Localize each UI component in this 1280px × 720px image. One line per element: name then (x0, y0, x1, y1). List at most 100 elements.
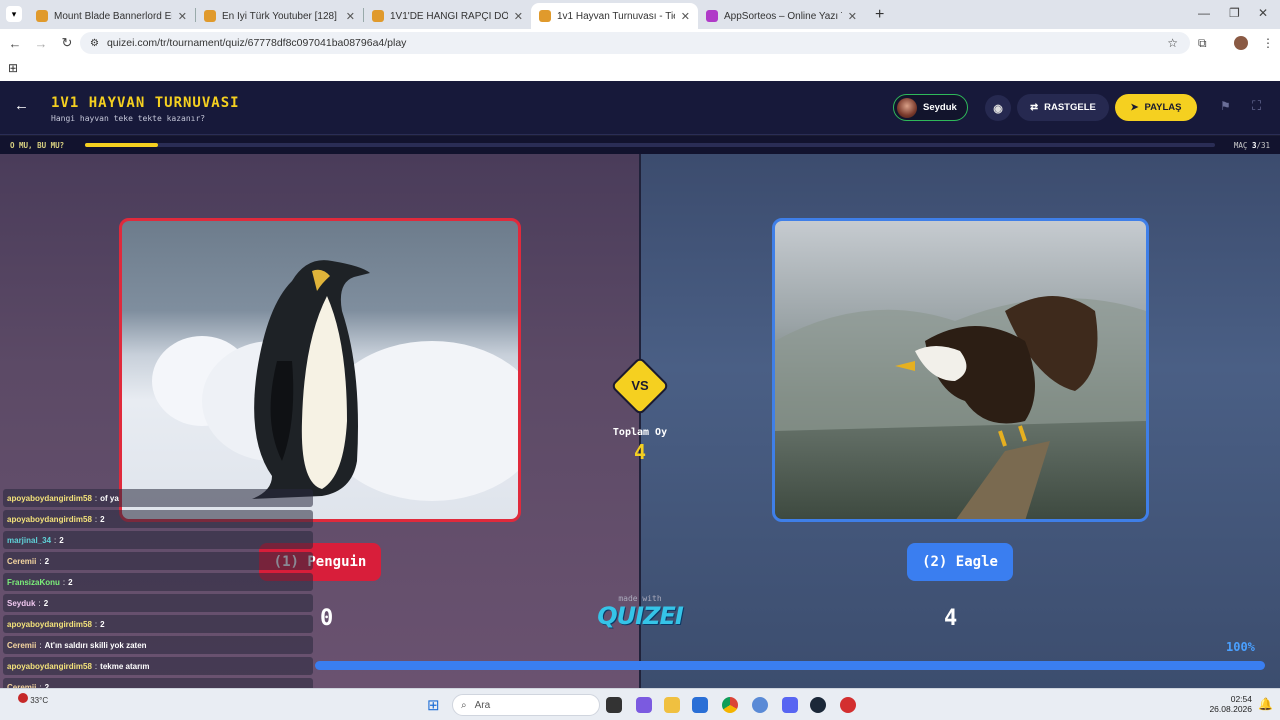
search-icon: ⌕ (461, 699, 467, 711)
quiz-header: ← 1V1 HAYVAN TURNUVASI Hangi hayvan teke… (0, 81, 1280, 135)
chat-username[interactable]: marjinal_34 (7, 536, 51, 545)
notifications-icon[interactable]: 🔔 (1258, 697, 1273, 711)
chat-username[interactable]: apoyaboydangirdim58 (7, 620, 92, 629)
quizei-logo[interactable]: QUIZEI (590, 602, 690, 630)
chat-text: 2 (59, 535, 64, 545)
tab-favicon (372, 10, 384, 22)
send-icon: ➤ (1130, 102, 1139, 113)
view-button[interactable]: ◉ (985, 95, 1011, 121)
site-info-icon[interactable]: ⚙ (90, 38, 99, 49)
tab-title: En İyi Türk Youtuber [128] - Tie (222, 10, 340, 22)
flag-icon[interactable]: ⚑ (1220, 99, 1231, 113)
tab-title: Mount Blade Bannerlord En gü (54, 10, 172, 22)
user-name: Seyduk (923, 102, 957, 113)
random-button[interactable]: ⇄ RASTGELE (1017, 94, 1109, 121)
close-icon[interactable]: ✕ (346, 10, 355, 23)
browser-tab-5[interactable]: AppSorteos – Online Yazı Tura ✕ (698, 3, 865, 29)
tab-favicon (36, 10, 48, 22)
window-close-icon[interactable]: ✕ (1258, 6, 1268, 20)
chat-text: of ya (100, 493, 119, 503)
eagle-name-button[interactable]: (2) Eagle (907, 543, 1013, 581)
chat-separator: : (94, 493, 98, 503)
page-title: 1V1 HAYVAN TURNUVASI (51, 95, 240, 111)
shuffle-icon: ⇄ (1030, 102, 1039, 113)
address-bar: ← → ↻ ⚙ quizei.com/tr/tournament/quiz/67… (0, 29, 1280, 57)
bookmark-star-icon[interactable]: ☆ (1167, 36, 1178, 50)
browser-tab-3[interactable]: 1V1'DE HANGİ RAPÇİ DÖVER - ✕ (364, 3, 531, 29)
settings-icon[interactable] (752, 697, 768, 713)
close-icon[interactable]: ✕ (681, 10, 690, 23)
taskbar-search[interactable]: ⌕ Ara (452, 694, 600, 716)
restore-icon[interactable]: ❐ (1229, 6, 1240, 20)
eye-icon: ◉ (993, 102, 1003, 115)
copilot-icon[interactable] (636, 697, 652, 713)
start-icon[interactable]: ⊞ (427, 696, 440, 714)
minimize-icon[interactable]: — (1198, 6, 1210, 20)
new-tab-icon[interactable]: + (875, 6, 884, 24)
tab-title: 1v1 Hayvan Turnuvası - Tier Lis (557, 10, 675, 22)
eagle-image-card[interactable] (772, 218, 1149, 522)
chat-username[interactable]: apoyaboydangirdim58 (7, 662, 92, 671)
user-badge[interactable]: Seyduk (893, 94, 968, 121)
chat-message: apoyaboydangirdim58: of ya (3, 489, 313, 507)
task-view-icon[interactable] (606, 697, 622, 713)
chat-message: apoyaboydangirdim58:2 (3, 510, 313, 528)
chat-username[interactable]: apoyaboydangirdim58 (7, 515, 92, 524)
chrome-icon[interactable] (722, 697, 738, 713)
match-counter: MAÇ 3/31 (1234, 141, 1270, 150)
bookmarks-bar: ⊞ (0, 57, 1280, 81)
back-icon[interactable]: ← (2, 36, 28, 51)
random-label: RASTGELE (1044, 102, 1096, 113)
chat-separator: : (39, 556, 42, 566)
chat-username[interactable]: Seyduk (7, 599, 35, 608)
chat-username[interactable]: Ceremii (7, 641, 36, 650)
close-icon[interactable]: ✕ (514, 10, 523, 23)
clock[interactable]: 02:54 26.08.2026 (1196, 694, 1252, 714)
share-button[interactable]: ➤ PAYLAŞ (1115, 94, 1197, 121)
chat-message: FransizaKonu:2 (3, 573, 313, 591)
penguin-picture (152, 260, 518, 501)
penguin-image-card[interactable] (119, 218, 521, 522)
close-icon[interactable]: ✕ (848, 10, 857, 23)
back-arrow-icon[interactable]: ← (14, 97, 29, 114)
progress-fill (85, 143, 159, 147)
chat-username[interactable]: Ceremii (7, 557, 36, 566)
discord-icon[interactable] (782, 697, 798, 713)
match-total: /31 (1256, 141, 1270, 150)
chat-username[interactable]: apoyaboydangirdim58 (7, 494, 92, 503)
tab-title: 1V1'DE HANGİ RAPÇİ DÖVER - (390, 10, 508, 22)
vote-percent: 100% (1226, 640, 1255, 654)
browser-tab-2[interactable]: En İyi Türk Youtuber [128] - Tie ✕ (196, 3, 363, 29)
clock-date: 26.08.2026 (1209, 704, 1252, 714)
chat-text: 2 (68, 577, 73, 587)
chat-text: 2 (100, 619, 105, 629)
apps-grid-icon[interactable]: ⊞ (8, 61, 18, 75)
tab-title: AppSorteos – Online Yazı Tura (724, 10, 842, 22)
close-icon[interactable]: ✕ (178, 10, 187, 23)
media-icon[interactable] (840, 697, 856, 713)
progress-label: O MU, BU MU? (10, 141, 65, 150)
store-icon[interactable] (692, 697, 708, 713)
fullscreen-icon[interactable]: ⛶ (1252, 98, 1261, 114)
tab-search-icon[interactable]: ▾ (6, 6, 22, 22)
eagle-picture (775, 296, 1146, 519)
chat-text: 2 (43, 598, 49, 608)
browser-tab-4[interactable]: 1v1 Hayvan Turnuvası - Tier Lis ✕ (531, 3, 698, 29)
chat-message: apoyaboydangirdim58: tekme atarım (3, 657, 313, 675)
url-text: quizei.com/tr/tournament/quiz/67778df8c0… (106, 37, 407, 49)
chat-text: tekme atarım (100, 661, 150, 671)
chat-username[interactable]: FransizaKonu (7, 578, 60, 587)
file-explorer-icon[interactable] (664, 697, 680, 713)
steam-icon[interactable] (810, 697, 826, 713)
weather-widget[interactable]: 33°C (18, 693, 48, 705)
vote-bar-track (315, 661, 1265, 670)
forward-icon[interactable]: → (28, 36, 54, 51)
url-field[interactable]: ⚙ quizei.com/tr/tournament/quiz/67778df8… (80, 32, 1190, 54)
extensions-icon[interactable]: ⧉ (1198, 36, 1207, 51)
browser-menu-icon[interactable]: ⋮ (1262, 36, 1274, 50)
weather-text: 33°C (30, 696, 49, 705)
total-votes-label: Toplam Oy (612, 427, 668, 438)
reload-icon[interactable]: ↻ (54, 35, 80, 51)
browser-tab-1[interactable]: Mount Blade Bannerlord En gü ✕ (28, 3, 195, 29)
profile-avatar[interactable] (1234, 36, 1248, 50)
